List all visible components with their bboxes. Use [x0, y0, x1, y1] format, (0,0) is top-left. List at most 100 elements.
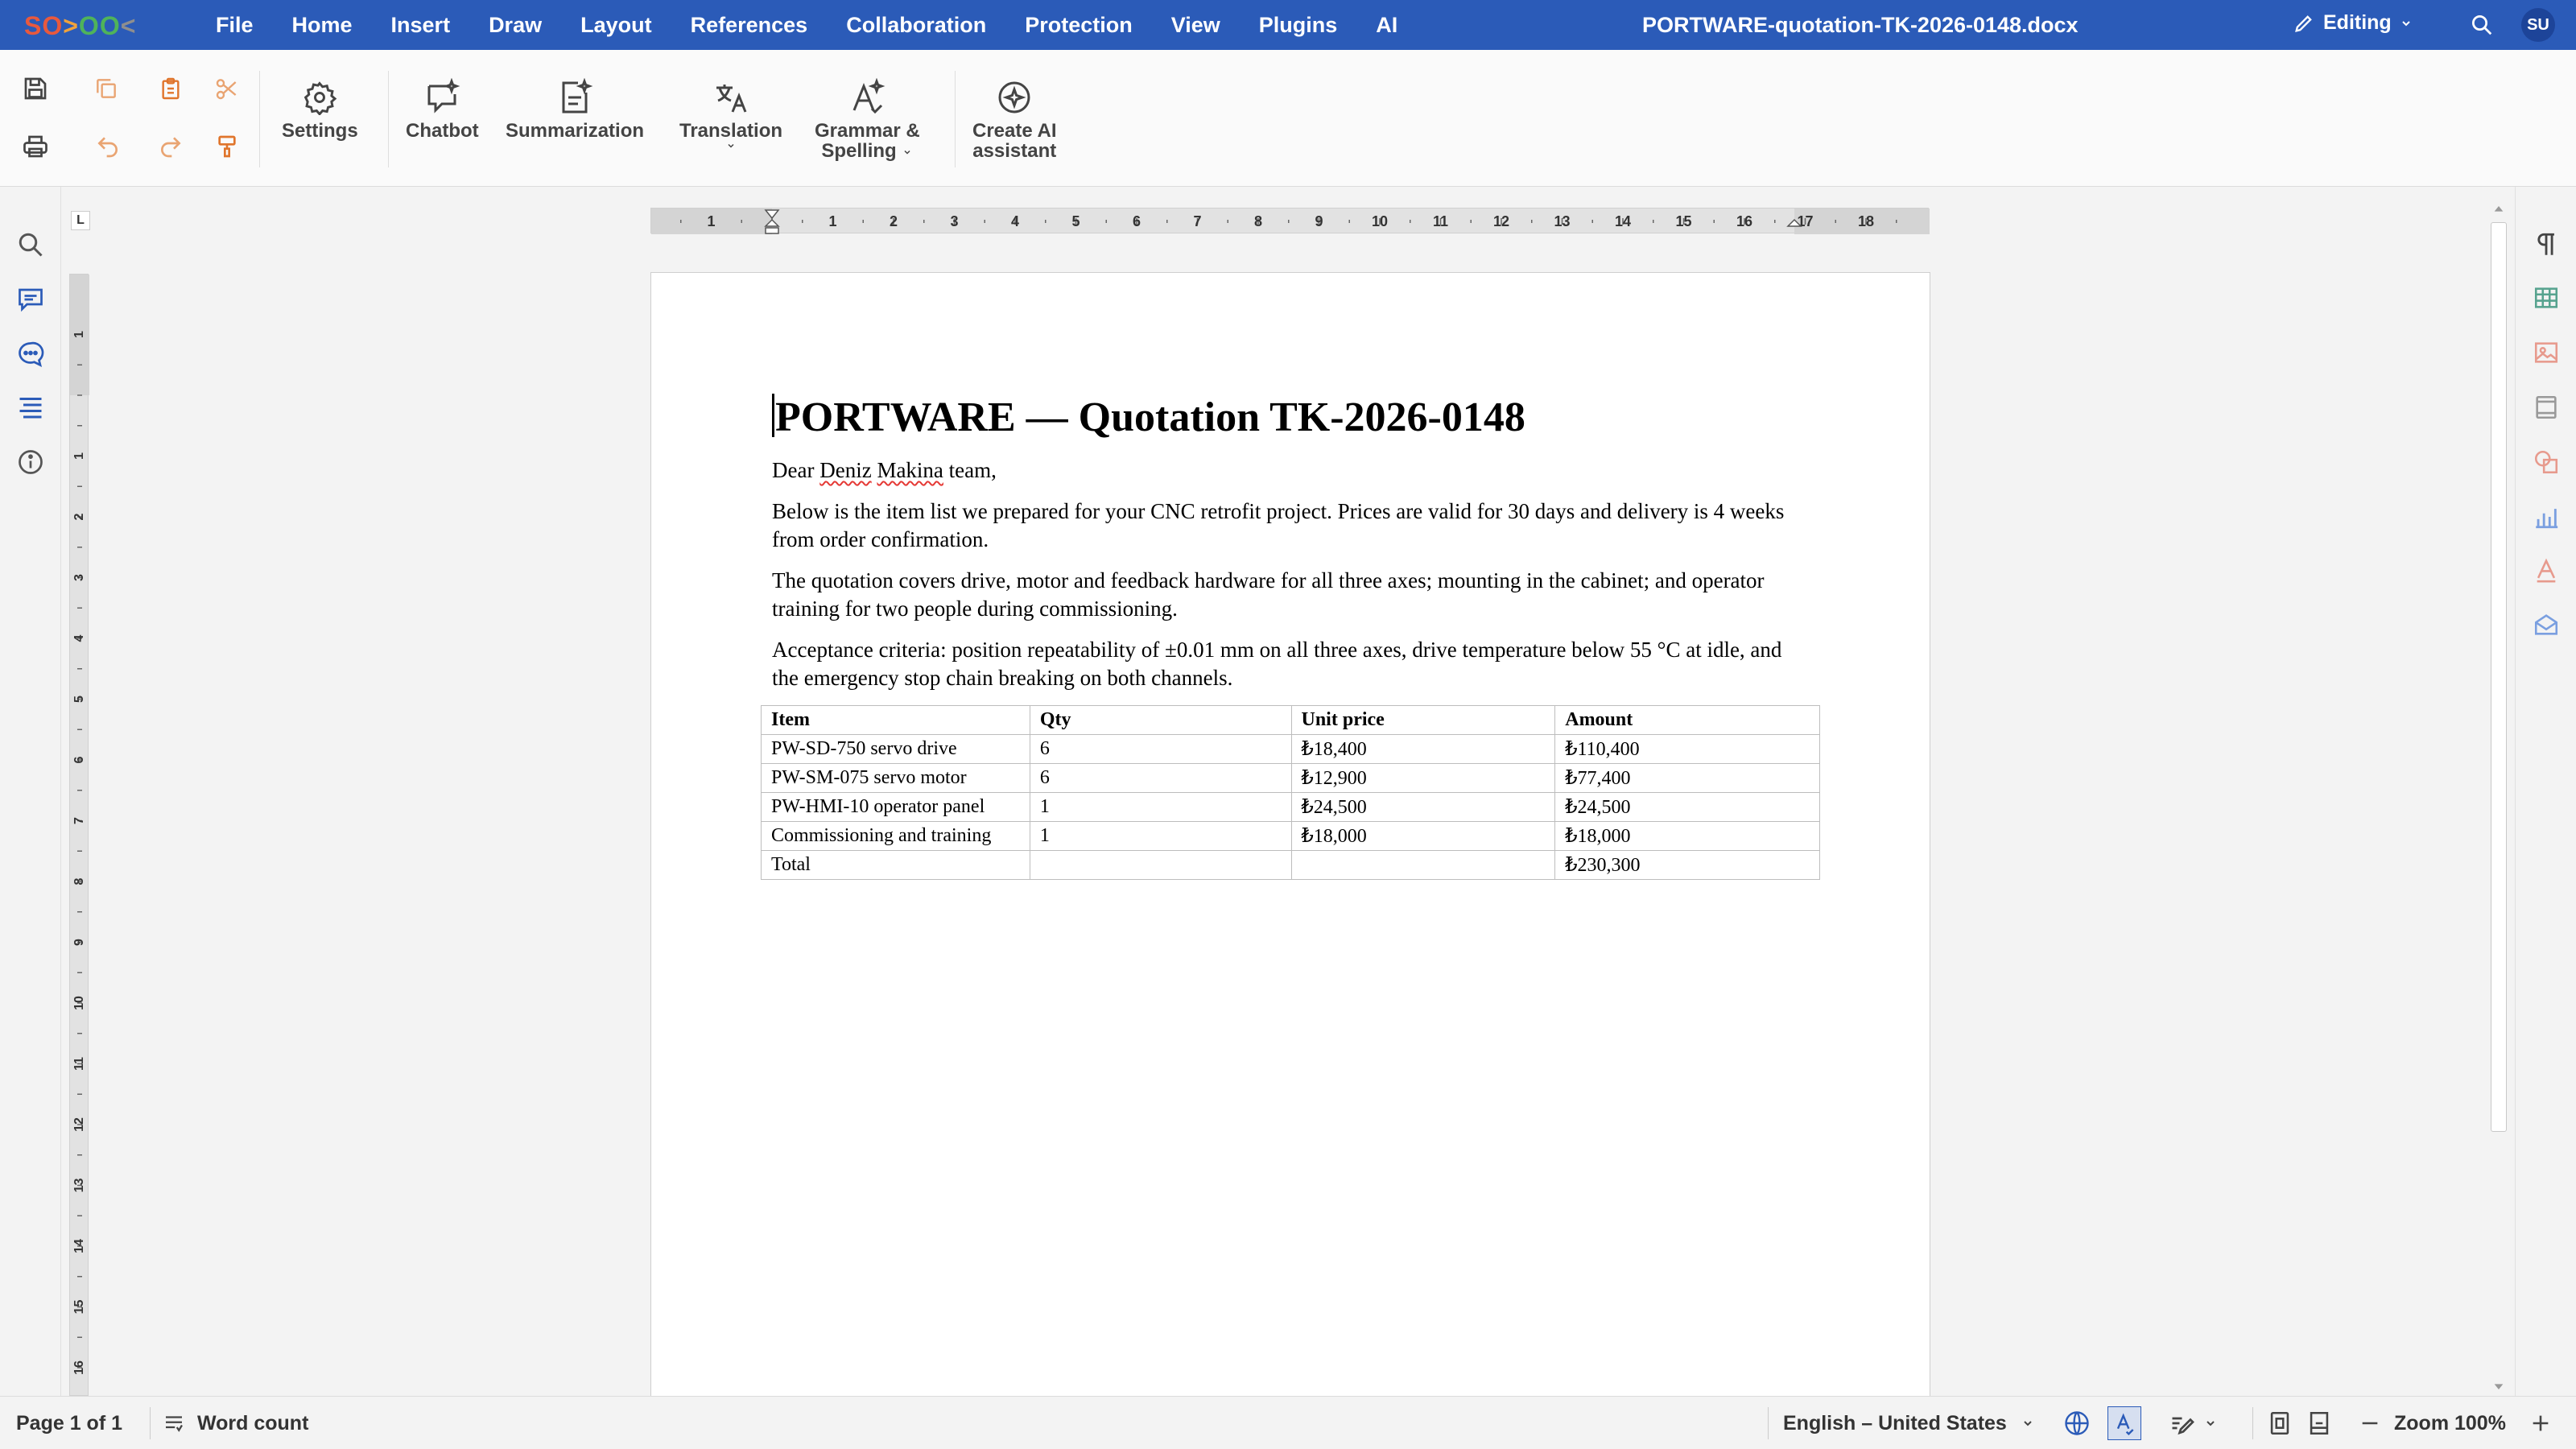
- menu-references[interactable]: References: [691, 13, 808, 38]
- globe-icon[interactable]: [2062, 1397, 2091, 1449]
- menu-insert[interactable]: Insert: [391, 13, 451, 38]
- redo-icon[interactable]: [155, 130, 187, 163]
- zoom-in-icon[interactable]: [2529, 1397, 2552, 1449]
- summarization-button[interactable]: Summarization: [506, 76, 644, 141]
- table-cell[interactable]: 6: [1029, 734, 1292, 764]
- grammar-spelling-button[interactable]: Grammar & Spelling: [815, 76, 920, 161]
- table-header-cell[interactable]: Unit price: [1290, 705, 1556, 735]
- table-settings-icon[interactable]: [2530, 282, 2562, 314]
- search-icon[interactable]: [2470, 13, 2494, 37]
- chart-settings-icon[interactable]: [2530, 501, 2562, 533]
- comments-icon[interactable]: [14, 283, 47, 316]
- chat-icon[interactable]: [14, 338, 47, 370]
- cut-icon[interactable]: [211, 72, 243, 105]
- settings-button[interactable]: Settings: [282, 76, 358, 141]
- scrollbar-thumb[interactable]: [2491, 222, 2507, 1132]
- app-logo[interactable]: SO>OO<: [24, 11, 136, 41]
- table-cell[interactable]: ₺18,000: [1554, 821, 1820, 851]
- table-cell[interactable]: Total: [761, 850, 1030, 880]
- fit-to-width-icon[interactable]: [2306, 1397, 2333, 1449]
- fit-to-page-icon[interactable]: [2252, 1407, 2293, 1439]
- menu-view[interactable]: View: [1171, 13, 1220, 38]
- pencil-icon: [2295, 14, 2312, 32]
- table-cell[interactable]: PW-SM-075 servo motor: [761, 763, 1030, 793]
- table-header-cell[interactable]: Qty: [1029, 705, 1292, 735]
- chevron-down-icon: [904, 150, 910, 155]
- horizontal-ruler[interactable]: 1 1 2 3 4 5 6 7 8 9 10 11 12 13 14 15 16 17 18: [650, 208, 1930, 234]
- menu-home[interactable]: Home: [292, 13, 353, 38]
- vertical-scrollbar[interactable]: [2487, 201, 2510, 1396]
- table-cell[interactable]: ₺24,500: [1290, 792, 1556, 822]
- menu-protection[interactable]: Protection: [1025, 13, 1133, 38]
- table-cell[interactable]: ₺110,400: [1554, 734, 1820, 764]
- vertical-ruler[interactable]: 1 1 2 3 4 5 6 7 8 9 10 11 12 13 14 15 16: [69, 274, 89, 1396]
- body-paragraph[interactable]: Below is the item list we prepared for y…: [772, 497, 1794, 554]
- body-paragraph[interactable]: The quotation covers drive, motor and fe…: [772, 567, 1794, 623]
- table-header-cell[interactable]: Item: [761, 705, 1030, 735]
- table-cell[interactable]: PW-HMI-10 operator panel: [761, 792, 1030, 822]
- table-cell[interactable]: 6: [1029, 763, 1292, 793]
- create-ai-assistant-button[interactable]: Create AI assistant: [972, 76, 1056, 161]
- menu-ai[interactable]: AI: [1376, 13, 1397, 38]
- table-cell[interactable]: 1: [1029, 821, 1292, 851]
- menu-draw[interactable]: Draw: [489, 13, 542, 38]
- ruler-label: 6: [1133, 213, 1141, 229]
- save-icon[interactable]: [19, 72, 52, 105]
- table-cell[interactable]: 1: [1029, 792, 1292, 822]
- document-body[interactable]: PORTWARE — Quotation TK-2026-0148 Dear D…: [761, 394, 1820, 880]
- menu-file[interactable]: File: [216, 13, 254, 38]
- scroll-down-icon[interactable]: [2492, 1380, 2505, 1393]
- track-changes-button[interactable]: [2169, 1397, 2217, 1449]
- page-indicator[interactable]: Page 1 of 1: [16, 1397, 122, 1449]
- paragraph-settings-icon[interactable]: [2530, 229, 2562, 261]
- user-avatar[interactable]: SU: [2521, 8, 2555, 42]
- greeting-paragraph[interactable]: Dear Deniz Makina team,: [772, 456, 1794, 485]
- table-cell[interactable]: ₺18,400: [1290, 734, 1556, 764]
- tab-stop-selector[interactable]: L: [71, 211, 90, 230]
- menu-collaboration[interactable]: Collaboration: [846, 13, 986, 38]
- table-header-cell[interactable]: Amount: [1554, 705, 1820, 735]
- table-cell[interactable]: ₺230,300: [1554, 850, 1820, 880]
- paste-icon[interactable]: [155, 72, 187, 105]
- table-cell[interactable]: PW-SD-750 servo drive: [761, 734, 1030, 764]
- table-cell[interactable]: ₺77,400: [1554, 763, 1820, 793]
- document-heading[interactable]: PORTWARE — Quotation TK-2026-0148: [772, 394, 1794, 442]
- ruler-label: 8: [72, 877, 86, 885]
- word-count-button[interactable]: Word count: [150, 1407, 308, 1439]
- document-page[interactable]: PORTWARE — Quotation TK-2026-0148 Dear D…: [650, 272, 1930, 1399]
- text-art-icon[interactable]: [2530, 554, 2562, 586]
- navigation-icon[interactable]: [14, 391, 47, 423]
- mail-merge-icon[interactable]: [2530, 609, 2562, 641]
- misspelled-word[interactable]: Makina: [877, 458, 943, 482]
- chatbot-button[interactable]: Chatbot: [406, 76, 479, 141]
- table-cell[interactable]: Commissioning and training: [761, 821, 1030, 851]
- undo-icon[interactable]: [92, 130, 124, 163]
- chevron-down-icon: [2024, 1421, 2032, 1426]
- format-painter-icon[interactable]: [211, 130, 243, 163]
- misspelled-word[interactable]: Deniz: [819, 458, 871, 482]
- editing-mode-button[interactable]: Editing: [2293, 11, 2413, 35]
- table-cell[interactable]: [1029, 850, 1292, 880]
- quotation-table[interactable]: Item Qty Unit price Amount PW-SD-750 ser…: [761, 705, 1820, 880]
- menu-layout[interactable]: Layout: [580, 13, 652, 38]
- table-cell[interactable]: ₺18,000: [1290, 821, 1556, 851]
- table-cell[interactable]: ₺24,500: [1554, 792, 1820, 822]
- image-settings-icon[interactable]: [2530, 336, 2562, 369]
- body-paragraph[interactable]: Acceptance criteria: position repeatabil…: [772, 636, 1794, 692]
- menu-plugins[interactable]: Plugins: [1259, 13, 1338, 38]
- scroll-up-icon[interactable]: [2492, 203, 2505, 216]
- header-footer-icon[interactable]: [2530, 391, 2562, 423]
- search-icon[interactable]: [14, 229, 47, 261]
- copy-icon[interactable]: [90, 72, 122, 105]
- zoom-level[interactable]: Zoom 100%: [2394, 1397, 2506, 1449]
- table-cell[interactable]: ₺12,900: [1290, 763, 1556, 793]
- table-cell[interactable]: [1290, 850, 1556, 880]
- info-icon[interactable]: [14, 446, 47, 478]
- language-selector[interactable]: English – United States: [1768, 1407, 2034, 1439]
- translation-button[interactable]: Translation: [679, 76, 782, 151]
- spell-check-toggle[interactable]: [2107, 1397, 2141, 1449]
- vertical-ruler-scale: 112345678910111213141516: [70, 275, 89, 1375]
- zoom-out-icon[interactable]: [2359, 1397, 2381, 1449]
- print-icon[interactable]: [19, 130, 52, 163]
- shape-settings-icon[interactable]: [2530, 446, 2562, 478]
